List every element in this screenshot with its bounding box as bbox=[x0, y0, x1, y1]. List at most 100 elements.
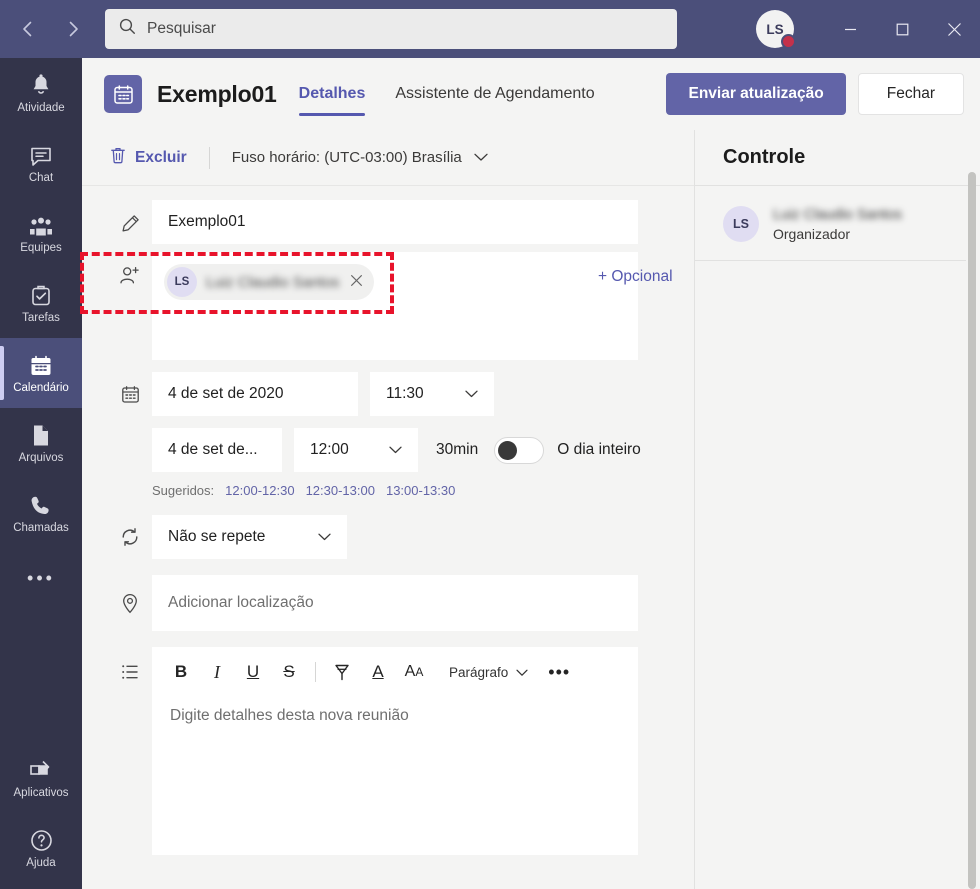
details-form: Excluir Fuso horário: (UTC-03:00) Brasíl… bbox=[80, 130, 694, 889]
help-icon bbox=[30, 828, 53, 852]
sidebar-item-label: Chamadas bbox=[13, 521, 69, 534]
description-placeholder[interactable]: Digite detalhes desta nova reunião bbox=[152, 697, 638, 745]
sidebar-item-label: Tarefas bbox=[22, 311, 60, 324]
title-row: Exemplo01 bbox=[82, 200, 694, 244]
sidebar-item-tarefas[interactable]: Tarefas bbox=[0, 268, 82, 338]
control-panel: Controle LS Luiz Claudio Santos Organiza… bbox=[694, 130, 980, 889]
tasks-icon bbox=[31, 283, 51, 307]
all-day-toggle[interactable] bbox=[494, 436, 545, 464]
organizer-avatar: LS bbox=[723, 206, 759, 242]
sidebar-item-aplicativos[interactable]: Aplicativos bbox=[0, 743, 82, 813]
timezone-selector[interactable]: Fuso horário: (UTC-03:00) Brasília bbox=[232, 149, 488, 166]
suggested-time-2[interactable]: 12:30-13:00 bbox=[306, 483, 375, 498]
minimize-button[interactable] bbox=[824, 0, 876, 58]
search-input[interactable]: Pesquisar bbox=[105, 9, 677, 49]
location-row: Adicionar localização bbox=[82, 575, 694, 631]
search-placeholder: Pesquisar bbox=[147, 20, 216, 37]
sidebar-item-atividade[interactable]: Atividade bbox=[0, 58, 82, 128]
avatar-initials: LS bbox=[766, 21, 784, 37]
bold-button[interactable]: B bbox=[164, 655, 198, 689]
vertical-scrollbar[interactable] bbox=[968, 172, 976, 889]
optional-attendees-link[interactable]: + Opcional bbox=[598, 268, 673, 286]
font-color-button[interactable]: A bbox=[361, 655, 395, 689]
page-title: Exemplo01 bbox=[157, 80, 277, 107]
end-datetime-row: 4 de set de... 12:00 30min O dia inteiro bbox=[82, 428, 694, 472]
back-icon[interactable] bbox=[14, 16, 40, 42]
calendar-icon bbox=[30, 353, 52, 377]
bell-icon bbox=[30, 73, 52, 97]
send-update-button[interactable]: Enviar atualização bbox=[666, 73, 846, 115]
sidebar-bottom-group: Aplicativos Ajuda bbox=[0, 743, 82, 883]
suggested-time-3[interactable]: 13:00-13:30 bbox=[386, 483, 455, 498]
suggested-times-row: Sugeridos: 12:00-12:30 12:30-13:00 13:00… bbox=[82, 483, 694, 498]
sidebar-item-ajuda[interactable]: Ajuda bbox=[0, 813, 82, 883]
underline-button[interactable]: U bbox=[236, 655, 270, 689]
calendar-icon bbox=[108, 385, 152, 404]
end-time-value: 12:00 bbox=[310, 441, 349, 458]
add-person-icon bbox=[108, 252, 152, 287]
forward-icon[interactable] bbox=[60, 16, 86, 42]
paragraph-style-select[interactable]: Parágrafo bbox=[449, 665, 528, 680]
delete-button[interactable]: Excluir bbox=[110, 146, 187, 169]
editor-divider bbox=[315, 662, 316, 682]
attendee-pill[interactable]: LS Luiz Claudio Santos bbox=[164, 264, 375, 300]
form-toolbar: Excluir Fuso horário: (UTC-03:00) Brasíl… bbox=[82, 130, 694, 186]
attendees-row: LS Luiz Claudio Santos + Opcional bbox=[80, 252, 694, 360]
files-icon bbox=[31, 423, 51, 447]
teams-icon bbox=[28, 213, 54, 237]
tab-assistente-agendamento[interactable]: Assistente de Agendamento bbox=[395, 58, 594, 130]
description-row: B I U S A AA Parágrafo ••• Digite detalh… bbox=[82, 647, 694, 855]
sidebar-item-chamadas[interactable]: Chamadas bbox=[0, 478, 82, 548]
description-editor[interactable]: B I U S A AA Parágrafo ••• Digite detalh… bbox=[152, 647, 638, 855]
highlight-icon[interactable] bbox=[325, 655, 359, 689]
sidebar-item-equipes[interactable]: Equipes bbox=[0, 198, 82, 268]
repeat-icon bbox=[108, 527, 152, 547]
apps-icon bbox=[29, 758, 53, 782]
italic-button[interactable]: I bbox=[200, 655, 234, 689]
all-day-label: O dia inteiro bbox=[557, 441, 641, 458]
sidebar-item-label: Equipes bbox=[20, 241, 62, 254]
duration-label: 30min bbox=[436, 441, 479, 458]
remove-attendee-icon[interactable] bbox=[348, 274, 365, 291]
calendar-event-icon bbox=[104, 75, 142, 113]
navigation-arrows bbox=[0, 16, 100, 42]
location-input[interactable]: Adicionar localização bbox=[152, 575, 638, 631]
sidebar-item-label: Calendário bbox=[13, 381, 69, 394]
start-date-input[interactable]: 4 de set de 2020 bbox=[152, 372, 358, 416]
editor-more-button[interactable]: ••• bbox=[548, 662, 570, 683]
avatar[interactable]: LS bbox=[756, 10, 796, 49]
end-date-input[interactable]: 4 de set de... bbox=[152, 428, 282, 472]
list-icon bbox=[108, 647, 152, 681]
trash-icon bbox=[110, 146, 126, 169]
sidebar-item-calendario[interactable]: Calendário bbox=[0, 338, 82, 408]
chat-icon bbox=[30, 143, 52, 167]
repeat-row: Não se repete bbox=[82, 515, 694, 559]
strikethrough-button[interactable]: S bbox=[272, 655, 306, 689]
close-button[interactable] bbox=[928, 0, 980, 58]
suggested-time-1[interactable]: 12:00-12:30 bbox=[225, 483, 294, 498]
maximize-button[interactable] bbox=[876, 0, 928, 58]
phone-icon bbox=[30, 493, 52, 517]
end-time-select[interactable]: 12:00 bbox=[294, 428, 418, 472]
repeat-select[interactable]: Não se repete bbox=[152, 515, 347, 559]
title-bar: Pesquisar LS bbox=[0, 0, 980, 58]
tab-detalhes[interactable]: Detalhes bbox=[298, 58, 365, 130]
attendees-field[interactable]: LS Luiz Claudio Santos bbox=[152, 252, 638, 360]
sidebar-item-label: Ajuda bbox=[26, 856, 56, 869]
close-meeting-button[interactable]: Fechar bbox=[857, 73, 964, 115]
toggle-knob bbox=[498, 440, 518, 460]
sidebar-item-label: Arquivos bbox=[18, 451, 64, 464]
control-panel-title: Controle bbox=[695, 130, 980, 186]
sidebar-item-arquivos[interactable]: Arquivos bbox=[0, 408, 82, 478]
organizer-row[interactable]: LS Luiz Claudio Santos Organizador bbox=[695, 186, 966, 261]
search-icon bbox=[119, 18, 136, 40]
editor-toolbar: B I U S A AA Parágrafo ••• bbox=[152, 647, 638, 697]
font-size-button[interactable]: AA bbox=[397, 655, 431, 689]
start-time-select[interactable]: 11:30 bbox=[370, 372, 494, 416]
sidebar-item-chat[interactable]: Chat bbox=[0, 128, 82, 198]
sidebar-item-label: Aplicativos bbox=[13, 786, 69, 799]
sidebar-more-button[interactable]: ••• bbox=[0, 548, 82, 608]
chevron-down-icon bbox=[474, 149, 488, 166]
meeting-title-input[interactable]: Exemplo01 bbox=[152, 200, 638, 244]
organizer-role: Organizador bbox=[773, 225, 851, 242]
